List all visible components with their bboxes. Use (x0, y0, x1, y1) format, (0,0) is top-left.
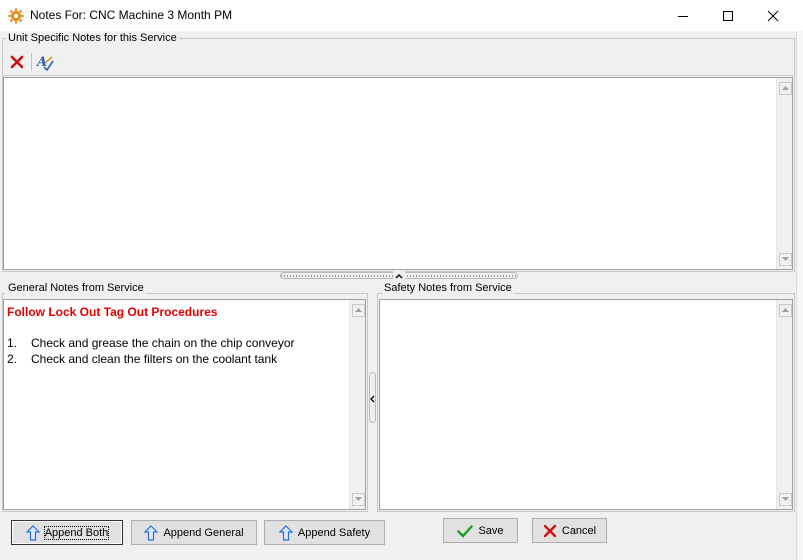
scroll-down-button[interactable] (777, 491, 793, 507)
unit-notes-toolbar: A (3, 49, 794, 76)
window-title: Notes For: CNC Machine 3 Month PM (30, 8, 233, 22)
save-label: Save (478, 524, 504, 537)
delete-button[interactable] (6, 51, 28, 73)
scroll-up-button[interactable] (777, 302, 793, 318)
arrow-up-icon (144, 524, 159, 541)
scroll-down-button[interactable] (350, 491, 366, 507)
unit-notes-label: Unit Specific Notes for this Service (6, 32, 179, 44)
arrow-up-icon (278, 524, 293, 541)
append-safety-label: Append Safety (297, 526, 371, 539)
chevron-down-icon (354, 497, 362, 501)
cancel-button[interactable]: Cancel (532, 518, 607, 543)
list-item: 2. Check and clean the filters on the coo… (7, 352, 278, 366)
append-general-label: Append General (163, 526, 244, 539)
red-x-icon (10, 55, 24, 69)
red-x-icon (543, 524, 557, 537)
gear-icon (8, 8, 24, 24)
close-icon (767, 10, 779, 21)
safety-notes-label: Safety Notes from Service (382, 282, 514, 294)
cancel-label: Cancel (561, 524, 597, 537)
checkmark-icon (457, 524, 474, 538)
background-window-edge (796, 31, 803, 560)
append-both-button[interactable]: Append Both (11, 520, 123, 545)
save-button[interactable]: Save (443, 518, 518, 543)
append-general-button[interactable]: Append General (131, 520, 257, 545)
scroll-up-button[interactable] (777, 80, 793, 96)
arrow-up-icon (25, 524, 40, 541)
safety-notes-textarea[interactable] (379, 299, 793, 510)
toolbar-separator (31, 53, 32, 71)
minimize-icon (678, 15, 688, 17)
unit-notes-textarea[interactable] (3, 77, 793, 270)
vertical-splitter[interactable] (369, 372, 376, 423)
general-notes-scrollbar[interactable] (349, 300, 365, 509)
maximize-icon (723, 10, 733, 21)
general-notes-heading: Follow Lock Out Tag Out Procedures (7, 305, 218, 319)
chevron-left-icon (370, 395, 375, 403)
list-item: 1. Check and grease the chain on the chip… (7, 336, 295, 350)
close-button[interactable] (750, 0, 796, 31)
general-notes-textarea[interactable]: Follow Lock Out Tag Out Procedures 1. Che… (3, 299, 366, 510)
scroll-down-button[interactable] (777, 251, 793, 267)
minimize-button[interactable] (660, 0, 706, 31)
chevron-up-icon (781, 86, 789, 90)
append-safety-button[interactable]: Append Safety (264, 520, 385, 545)
maximize-button[interactable] (705, 0, 751, 31)
spellcheck-button[interactable]: A (34, 51, 56, 73)
unit-notes-scrollbar[interactable] (776, 78, 792, 269)
scroll-up-button[interactable] (350, 302, 366, 318)
chevron-down-icon (781, 497, 789, 501)
spellcheck-icon: A (36, 55, 54, 71)
splitter-collapse-icon[interactable] (393, 271, 405, 280)
safety-notes-scrollbar[interactable] (776, 300, 792, 509)
chevron-up-icon (354, 308, 362, 312)
chevron-down-icon (781, 257, 789, 261)
chevron-up-icon (781, 308, 789, 312)
general-notes-label: General Notes from Service (6, 282, 146, 294)
append-both-label: Append Both (43, 525, 110, 540)
